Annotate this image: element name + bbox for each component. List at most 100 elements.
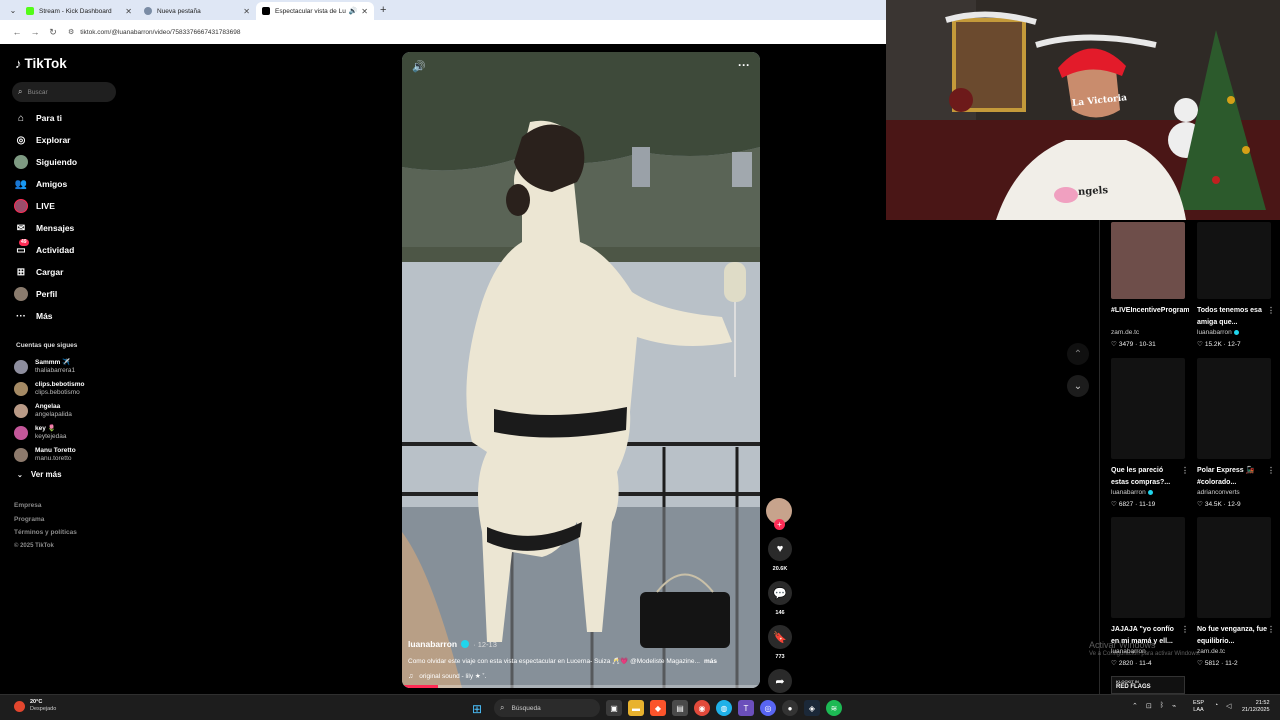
video-player[interactable]: 🔊 ··· luanabarron · 12-13 Como olvidar e… [402, 52, 760, 688]
rec-video-card[interactable]: Todos tenemos esa amiga que... ⋮ luanabar… [1197, 222, 1275, 348]
search-input[interactable]: ⌕ Buscar [12, 82, 116, 102]
follow-plus-icon[interactable]: + [774, 519, 785, 530]
teams-icon[interactable]: T [738, 700, 754, 716]
windows-start-icon[interactable]: ⊞ [472, 702, 482, 716]
rec-video-card[interactable]: No fue venganza, fue equilibrio... ⋮ zam.… [1197, 517, 1275, 667]
close-icon[interactable]: ✕ [361, 7, 368, 16]
following-item[interactable]: Angelaa angelapalida [14, 400, 84, 422]
more-icon[interactable]: ⋮ [1267, 465, 1275, 488]
bluetooth-icon[interactable]: ᛒ [1160, 702, 1164, 710]
more-link[interactable]: más [704, 658, 717, 665]
more-icon[interactable]: ⋮ [1267, 305, 1275, 328]
steam-icon[interactable]: ◈ [804, 700, 820, 716]
following-item[interactable]: clips.bebotismo clips.bebotismo [14, 378, 84, 400]
live-avatar-icon [14, 199, 28, 213]
weather-desc: Despejado [30, 706, 57, 712]
brave-icon[interactable]: ◆ [650, 700, 666, 716]
nav-label: Cargar [36, 267, 64, 277]
nav-item-cargar[interactable]: ⊞ Cargar [14, 261, 77, 283]
back-icon[interactable]: ← [8, 27, 26, 37]
volume-icon[interactable]: 🔊 [412, 60, 426, 73]
next-video-button[interactable]: ⌄ [1067, 375, 1089, 397]
following-handle: angelapalida [35, 411, 72, 418]
close-icon[interactable]: ✕ [243, 7, 250, 16]
network-icon[interactable]: ⊡ [1146, 702, 1152, 710]
usb-icon[interactable]: ⌁ [1172, 702, 1176, 710]
rec-thumbnail [1111, 517, 1185, 618]
more-icon[interactable]: ⋮ [1267, 624, 1275, 647]
rec-video-card[interactable]: Que les pareció estas compras?... ⋮ luana… [1111, 358, 1189, 508]
wifi-icon[interactable]: ◔ [1214, 702, 1218, 709]
more-options-icon[interactable]: ··· [738, 58, 750, 72]
video-progress-fill [402, 685, 438, 688]
heart-icon: ♡ [1197, 501, 1203, 508]
close-icon[interactable]: ✕ [125, 7, 132, 16]
footer-link-terminos[interactable]: Términos y políticas [14, 529, 77, 543]
save-count: 773 [775, 654, 785, 660]
globe-app-icon[interactable]: ◍ [716, 700, 732, 716]
file-explorer-icon[interactable]: ▬ [628, 700, 644, 716]
previous-video-button[interactable]: ⌃ [1067, 343, 1089, 365]
spotify-icon[interactable]: ≋ [826, 700, 842, 716]
url-field[interactable]: ⚙ tiktok.com/@luanabarron/video/75833766… [68, 28, 240, 37]
discord-icon[interactable]: ◎ [760, 700, 776, 716]
video-progress-bar[interactable] [402, 685, 760, 688]
tiktok-logo[interactable]: ♪ TikTok [15, 56, 67, 71]
nav-item-amigos[interactable]: 👥 Amigos [14, 173, 77, 195]
heart-icon: ♡ [1197, 341, 1203, 348]
see-more-button[interactable]: ⌄ Ver más [17, 470, 62, 479]
site-info-icon[interactable]: ⚙ [68, 28, 74, 36]
following-item[interactable]: key 🌷 keytejedaa [14, 422, 84, 444]
following-item[interactable]: Manu Toretto manu.toretto [14, 444, 84, 466]
sound-link[interactable]: ♫ original sound - lily ★ ˚. [408, 672, 754, 681]
nav-item-actividad[interactable]: ▭ 49 Actividad [14, 239, 77, 261]
share-icon[interactable]: ➦ [768, 669, 792, 693]
reload-icon[interactable]: ↻ [44, 27, 62, 38]
nav-item-para-ti[interactable]: ⌂ Para ti [14, 107, 77, 129]
tab-new-tab[interactable]: Nueva pestaña ✕ [138, 2, 256, 20]
volume-icon[interactable]: ◁ [1226, 702, 1231, 710]
nav-item-mas[interactable]: ··· Más [14, 305, 77, 327]
nav-item-perfil[interactable]: Perfil [14, 283, 77, 305]
following-item[interactable]: Sammm ✈️ thaliabarrera1 [14, 356, 84, 378]
video-author[interactable]: luanabarron · 12-13 [408, 639, 754, 649]
language-indicator[interactable]: ESP LAA [1193, 700, 1204, 714]
profile-avatar-icon [14, 287, 28, 301]
tab-kick-dashboard[interactable]: Stream - Kick Dashboard ✕ [20, 2, 138, 20]
nav-item-explorar[interactable]: ◎ Explorar [14, 129, 77, 151]
bookmark-icon[interactable]: 🔖 [768, 625, 792, 649]
rec-title: Polar Express 🚂 #colorado... [1197, 467, 1255, 486]
sound-name: original sound - lily ★ ˚. [419, 673, 487, 680]
speaker-icon[interactable]: 🔊 [349, 7, 358, 15]
compass-icon: ◎ [16, 134, 26, 146]
task-view-icon[interactable]: ▣ [606, 700, 622, 716]
new-tab-button[interactable]: + [380, 4, 386, 16]
tab-list-icon[interactable]: ⌄ [6, 6, 20, 15]
forward-icon[interactable]: → [26, 27, 44, 37]
obs-icon[interactable]: ● [782, 700, 798, 716]
chevron-up-icon[interactable]: ⌃ [1132, 702, 1138, 710]
taskbar-search[interactable]: ⌕ Búsqueda [494, 699, 600, 717]
nav-item-live[interactable]: LIVE [14, 195, 77, 217]
tab-tiktok-video[interactable]: Espectacular vista de Lucerna 🔊 ✕ [256, 2, 374, 20]
heart-icon[interactable]: ♥ [768, 537, 792, 561]
chrome-icon[interactable]: ◉ [694, 700, 710, 716]
footer-link-empresa[interactable]: Empresa [14, 502, 77, 516]
rec-video-card[interactable]: #LIVEIncentiveProgram...⋮ zam.de.tc ♡347… [1111, 222, 1189, 348]
rec-thumbnail-partial[interactable]: KLOCKIT IN RED FLAGS [1111, 676, 1185, 694]
rec-author: zam.de.tc [1111, 329, 1140, 336]
clock[interactable]: 21:52 21/12/2025 [1242, 700, 1270, 714]
creator-avatar[interactable]: + [766, 498, 792, 530]
rec-likes: 3479 [1118, 341, 1134, 348]
weather-widget[interactable]: 20°C Despejado [14, 699, 56, 713]
nav-item-mensajes[interactable]: ✉ Mensajes [14, 217, 77, 239]
more-icon[interactable]: ⋮ [1181, 465, 1189, 488]
rec-video-card[interactable]: Polar Express 🚂 #colorado... ⋮ adrianconv… [1197, 358, 1275, 508]
comment-icon[interactable]: 💬 [768, 581, 792, 605]
store-icon[interactable]: ▤ [672, 700, 688, 716]
footer-link-programa[interactable]: Programa [14, 516, 77, 530]
avatar [14, 404, 28, 418]
nav-item-siguiendo[interactable]: Siguiendo [14, 151, 77, 173]
taskbar-apps: ▣ ▬ ◆ ▤ ◉ ◍ T ◎ ● ◈ ≋ [606, 700, 848, 716]
tab-bar: ⌄ Stream - Kick Dashboard ✕ Nueva pestañ… [0, 0, 886, 20]
